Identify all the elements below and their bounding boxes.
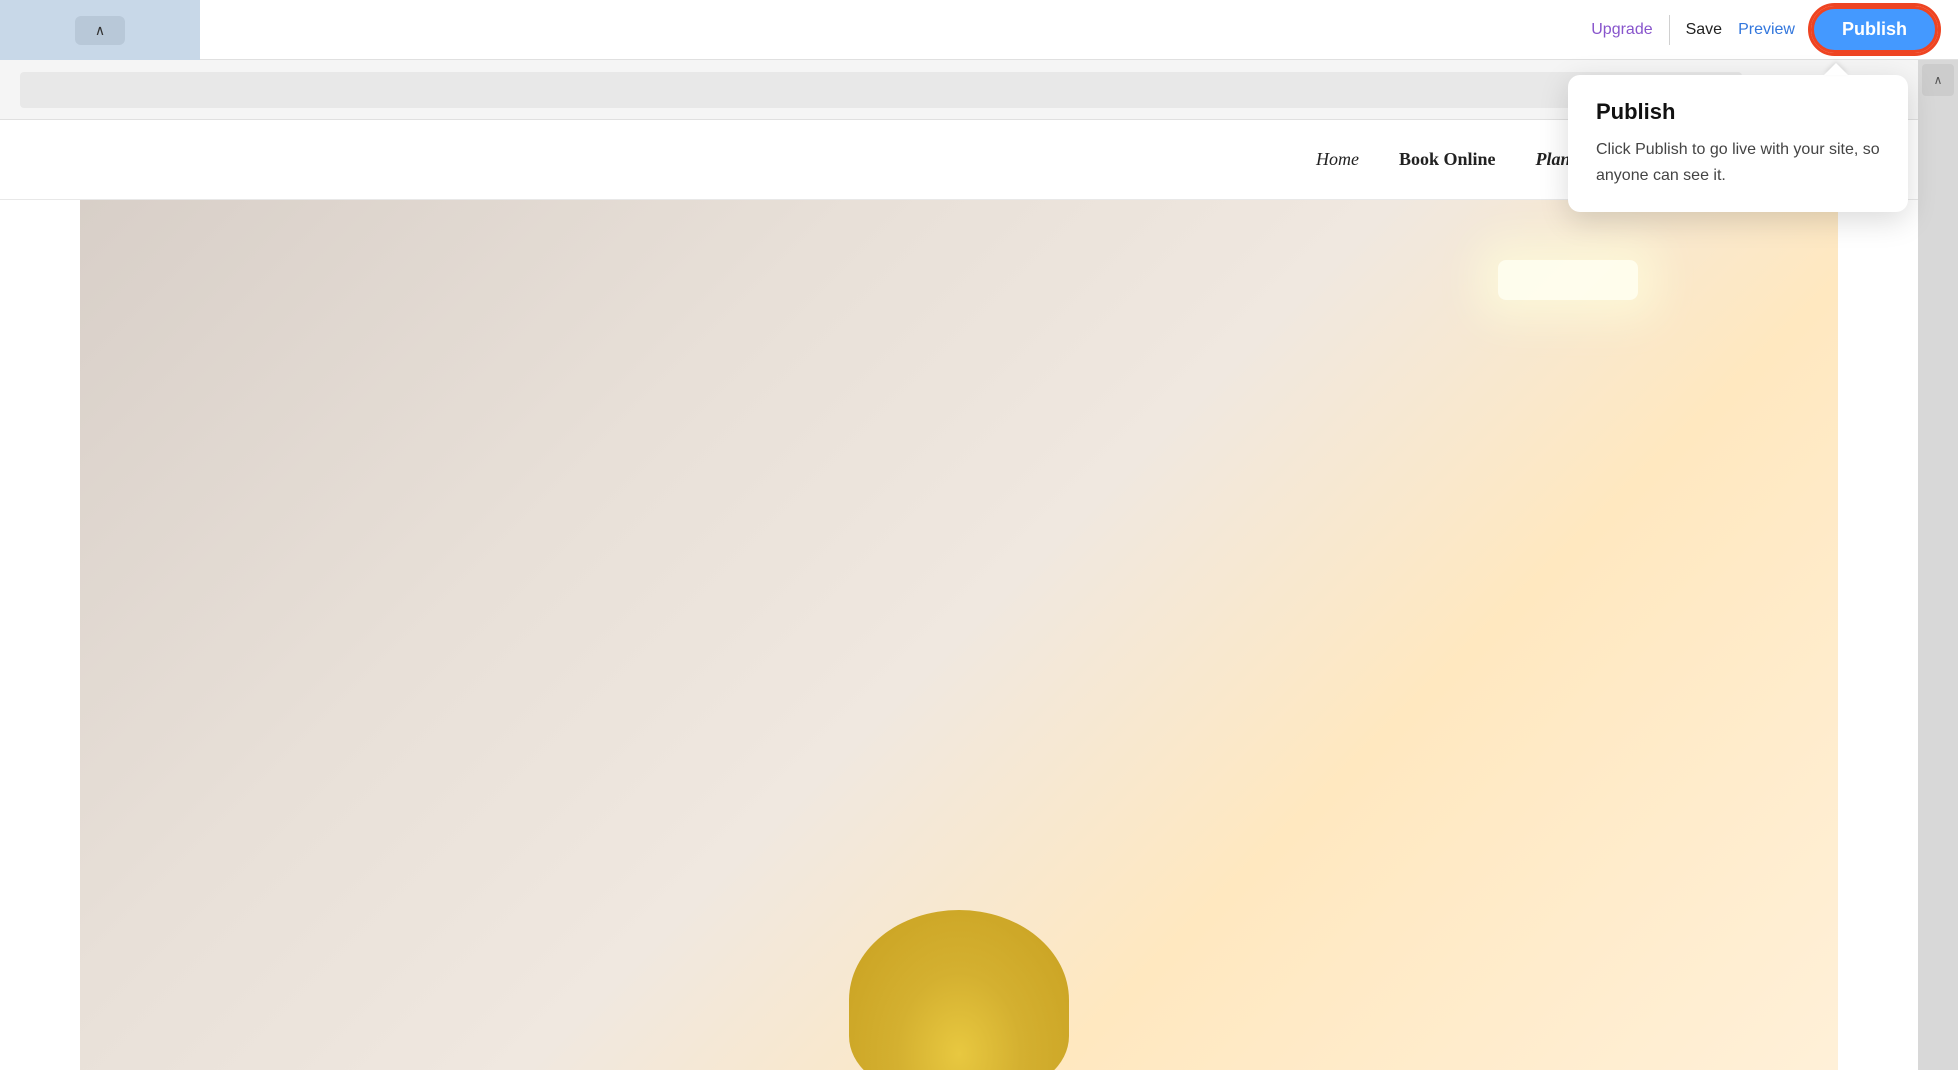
- publish-button[interactable]: Publish: [1811, 6, 1938, 53]
- upgrade-button[interactable]: Upgrade: [1591, 21, 1652, 39]
- hero-hair: [849, 910, 1069, 1070]
- tooltip-arrow: [1824, 63, 1848, 75]
- site-hero: [80, 200, 1838, 1070]
- site-preview: Home Book Online Plans & Pricing Contact…: [0, 120, 1918, 1070]
- tooltip-title: Publish: [1596, 99, 1880, 125]
- collapse-button[interactable]: ∧: [75, 16, 125, 45]
- toolbar-right-actions: Upgrade Save Preview Publish: [1591, 6, 1938, 53]
- canvas-area: Home Book Online Plans & Pricing Contact…: [0, 120, 1918, 1070]
- chevron-up-icon: ∧: [95, 22, 105, 38]
- arrow-up-icon: ∧: [1934, 73, 1943, 87]
- nav-home[interactable]: Home: [1316, 149, 1359, 170]
- scroll-up-arrow[interactable]: ∧: [1922, 64, 1954, 96]
- right-scrollbar[interactable]: ∧: [1918, 60, 1958, 1070]
- toolbar-divider: [1669, 15, 1670, 45]
- ceiling-light: [1498, 260, 1638, 300]
- publish-tooltip: Publish Click Publish to go live with yo…: [1568, 75, 1908, 212]
- preview-button[interactable]: Preview: [1738, 21, 1795, 39]
- tooltip-body: Click Publish to go live with your site,…: [1596, 137, 1880, 188]
- nav-book-online[interactable]: Book Online: [1399, 149, 1496, 170]
- top-toolbar: ∧ Upgrade Save Preview Publish: [0, 0, 1958, 60]
- toolbar-content-bar: [20, 72, 1742, 108]
- toolbar-left-panel: ∧: [0, 0, 200, 60]
- hero-person: [799, 670, 1119, 1070]
- save-button[interactable]: Save: [1686, 21, 1722, 39]
